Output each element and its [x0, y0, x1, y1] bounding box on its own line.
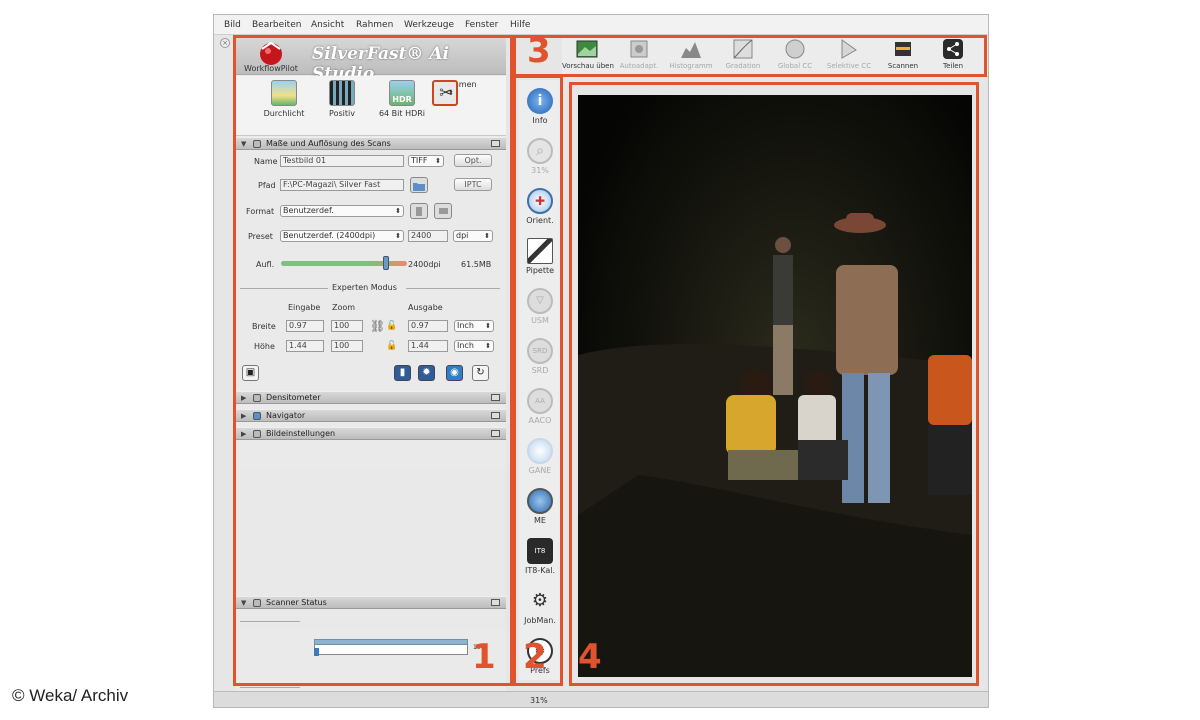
menu-bearbeiten[interactable]: Bearbeiten [252, 20, 301, 30]
annotation-number-2: 2 [523, 637, 547, 677]
annotation-frame-2 [513, 75, 563, 686]
status-bar: 31% [214, 691, 988, 707]
annotation-number-1: 1 [472, 637, 496, 677]
menu-ansicht[interactable]: Ansicht [311, 20, 344, 30]
divider [240, 687, 300, 688]
menu-fenster[interactable]: Fenster [465, 20, 498, 30]
annotation-number-4: 4 [578, 637, 602, 677]
menu-rahmen[interactable]: Rahmen [356, 20, 393, 30]
menu-hilfe[interactable]: Hilfe [510, 20, 530, 30]
annotation-frame-1 [233, 35, 513, 686]
menu-werkzeuge[interactable]: Werkzeuge [404, 20, 454, 30]
zoom-status: 31% [530, 696, 548, 705]
annotation-frame-3 [513, 35, 987, 77]
menu-bar: Bild Bearbeiten Ansicht Rahmen Werkzeuge… [214, 15, 988, 35]
menu-bild[interactable]: Bild [224, 20, 241, 30]
image-credit: © Weka/ Archiv [12, 686, 129, 705]
close-panel-icon[interactable]: × [220, 38, 230, 48]
annotation-number-3: 3 [527, 31, 551, 71]
annotation-frame-4 [569, 82, 979, 686]
